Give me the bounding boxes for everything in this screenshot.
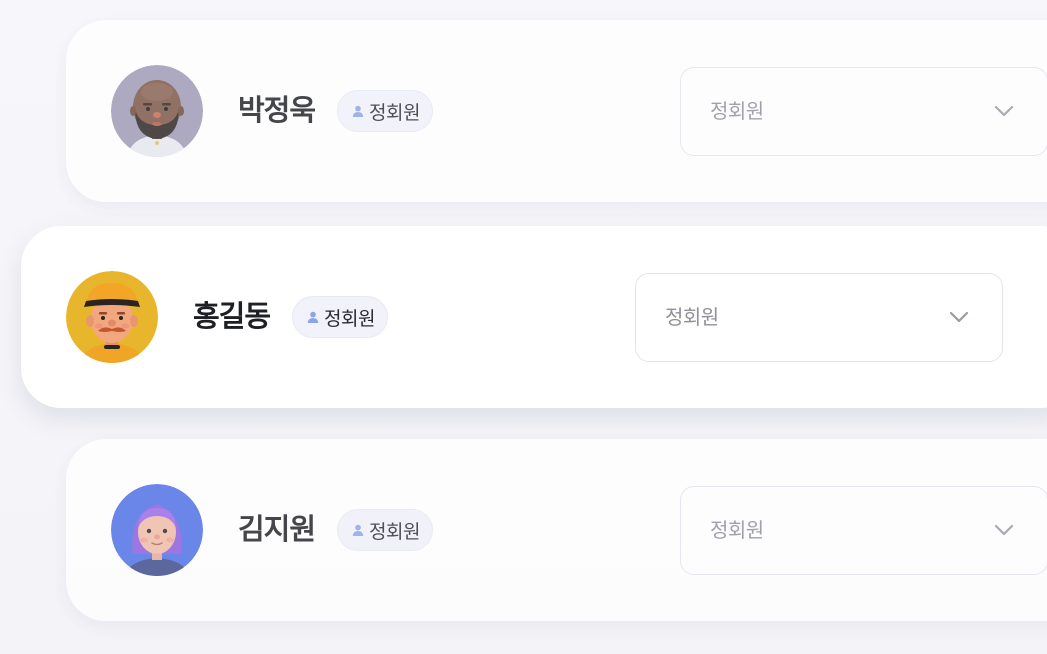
purple-hair-woman-avatar xyxy=(111,484,203,576)
badge-label: 정회원 xyxy=(369,520,420,543)
role-select-value: 정회원 xyxy=(710,518,764,542)
role-select[interactable]: 정회원 xyxy=(680,486,1047,575)
role-select-value: 정회원 xyxy=(665,305,719,329)
member-card: 박정욱 정회원 정회원 xyxy=(66,20,1047,202)
member-list: 박정욱 정회원 정회원 홍길동 정회원 정회원 김지원 정회원 정회원 xyxy=(0,0,1047,654)
membership-badge: 정회원 xyxy=(292,296,388,338)
avatar xyxy=(111,484,203,576)
role-select-value: 정회원 xyxy=(710,99,764,123)
member-card: 홍길동 정회원 정회원 xyxy=(21,226,1047,408)
member-name: 박정욱 xyxy=(238,93,316,127)
membership-badge: 정회원 xyxy=(337,509,433,551)
chevron-down-icon xyxy=(994,105,1014,117)
role-select[interactable]: 정회원 xyxy=(635,273,1003,362)
avatar xyxy=(66,271,158,363)
membership-badge: 정회원 xyxy=(337,90,433,132)
person-icon xyxy=(307,311,319,323)
role-select[interactable]: 정회원 xyxy=(680,67,1047,156)
member-name: 김지원 xyxy=(238,512,316,546)
badge-label: 정회원 xyxy=(369,101,420,124)
avatar xyxy=(111,65,203,157)
member-name: 홍길동 xyxy=(193,299,271,333)
person-icon xyxy=(352,524,364,536)
cap-mustache-man-avatar xyxy=(66,271,158,363)
chevron-down-icon xyxy=(994,524,1014,536)
person-icon xyxy=(352,105,364,117)
bald-bearded-man-avatar xyxy=(111,65,203,157)
chevron-down-icon xyxy=(949,311,969,323)
badge-label: 정회원 xyxy=(324,307,375,330)
member-card: 김지원 정회원 정회원 xyxy=(66,439,1047,621)
